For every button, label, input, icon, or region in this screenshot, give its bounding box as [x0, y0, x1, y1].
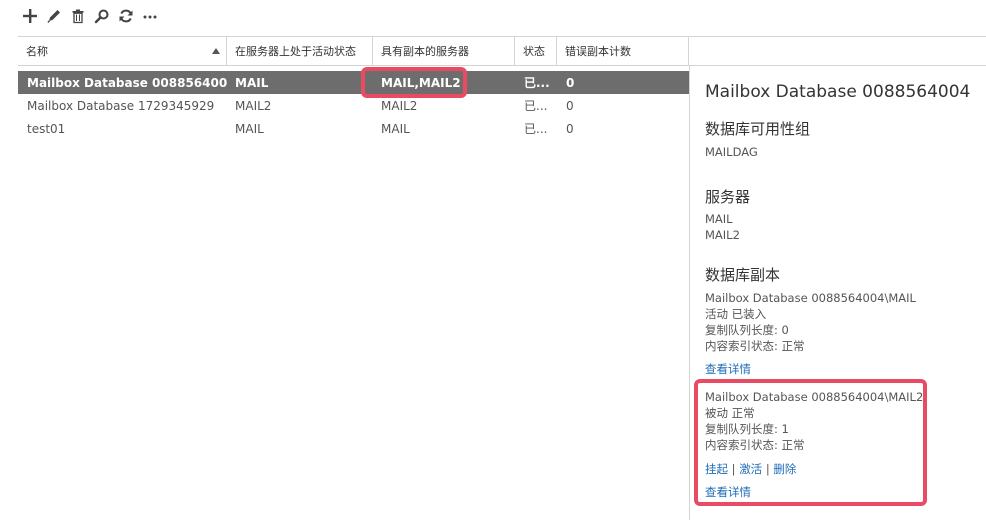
column-header-label: 错误副本计数 [565, 45, 631, 58]
copy-index-state: 内容索引状态: 正常 [705, 438, 805, 452]
server-item: MAIL2 [705, 228, 740, 242]
toolbar [18, 4, 162, 28]
cell-active-server: MAIL2 [235, 98, 272, 113]
edit-icon[interactable] [42, 5, 66, 27]
cell-name: Mailbox Database 0088564004 [27, 75, 227, 90]
refresh-icon[interactable] [114, 5, 138, 27]
cell-active-server: MAIL [235, 75, 269, 90]
delete-icon[interactable] [66, 5, 90, 27]
table-row[interactable]: Mailbox Database 1729345929 MAIL2 MAIL2 … [18, 94, 689, 117]
separator: | [765, 462, 770, 476]
column-header-status[interactable]: 状态 [515, 37, 557, 65]
copies-heading: 数据库副本 [705, 266, 781, 284]
column-header-label: 名称 [26, 45, 48, 58]
more-icon[interactable] [138, 5, 162, 27]
copy-queue-length: 复制队列长度: 1 [705, 422, 789, 436]
view-details-link[interactable]: 查看详情 [705, 361, 751, 377]
separator: | [731, 462, 736, 476]
column-header-label: 在服务器上处于活动状态 [235, 45, 356, 58]
cell-name: Mailbox Database 1729345929 [27, 98, 215, 113]
cell-status: 已... [524, 122, 548, 136]
cell-status: 已... [524, 76, 550, 90]
copy-index-state: 内容索引状态: 正常 [705, 339, 805, 353]
cell-error-count: 0 [566, 121, 574, 136]
column-header-servers-with-copies[interactable]: 具有副本的服务器 [373, 37, 515, 65]
servers-heading: 服务器 [705, 188, 751, 206]
cell-status: 已... [524, 99, 548, 113]
cell-error-count: 0 [566, 98, 574, 113]
column-header-active-server[interactable]: 在服务器上处于活动状态 [227, 37, 373, 65]
search-icon[interactable] [90, 5, 114, 27]
server-item: MAIL [705, 212, 733, 226]
copy-actions: 挂起 | 激活 | 删除 [705, 461, 796, 477]
database-list: Mailbox Database 0088564004 MAIL MAIL,MA… [18, 71, 689, 140]
cell-error-count: 0 [566, 75, 575, 90]
sort-ascending-icon [212, 48, 220, 54]
column-header-name[interactable]: 名称 [18, 37, 227, 65]
cell-name: test01 [27, 121, 66, 136]
cell-servers: MAIL,MAIL2 [381, 75, 461, 90]
suspend-link[interactable]: 挂起 [705, 462, 728, 476]
table-header: 名称 在服务器上处于活动状态 具有副本的服务器 状态 错误副本计数 [18, 36, 986, 66]
column-header-label: 状态 [523, 45, 545, 58]
copy-state: 活动 已装入 [705, 307, 767, 321]
pane-divider [689, 65, 690, 520]
copy-name: Mailbox Database 0088564004\MAIL2 [705, 390, 924, 404]
column-header-bad-copy-count[interactable]: 错误副本计数 [557, 37, 689, 65]
copy-state: 被动 正常 [705, 406, 755, 420]
details-title: Mailbox Database 0088564004 [705, 82, 971, 102]
column-header-label: 具有副本的服务器 [381, 45, 469, 58]
dag-value: MAILDAG [705, 145, 758, 159]
cell-servers: MAIL [381, 121, 410, 136]
cell-servers: MAIL2 [381, 98, 418, 113]
add-icon[interactable] [18, 5, 42, 27]
table-row[interactable]: Mailbox Database 0088564004 MAIL MAIL,MA… [18, 71, 689, 94]
cell-active-server: MAIL [235, 121, 264, 136]
copy-name: Mailbox Database 0088564004\MAIL [705, 291, 916, 305]
dag-heading: 数据库可用性组 [705, 120, 811, 138]
copy-queue-length: 复制队列长度: 0 [705, 323, 789, 337]
activate-link[interactable]: 激活 [739, 462, 762, 476]
remove-link[interactable]: 删除 [773, 462, 796, 476]
table-row[interactable]: test01 MAIL MAIL 已... 0 [18, 117, 689, 140]
view-details-link[interactable]: 查看详情 [705, 484, 751, 500]
